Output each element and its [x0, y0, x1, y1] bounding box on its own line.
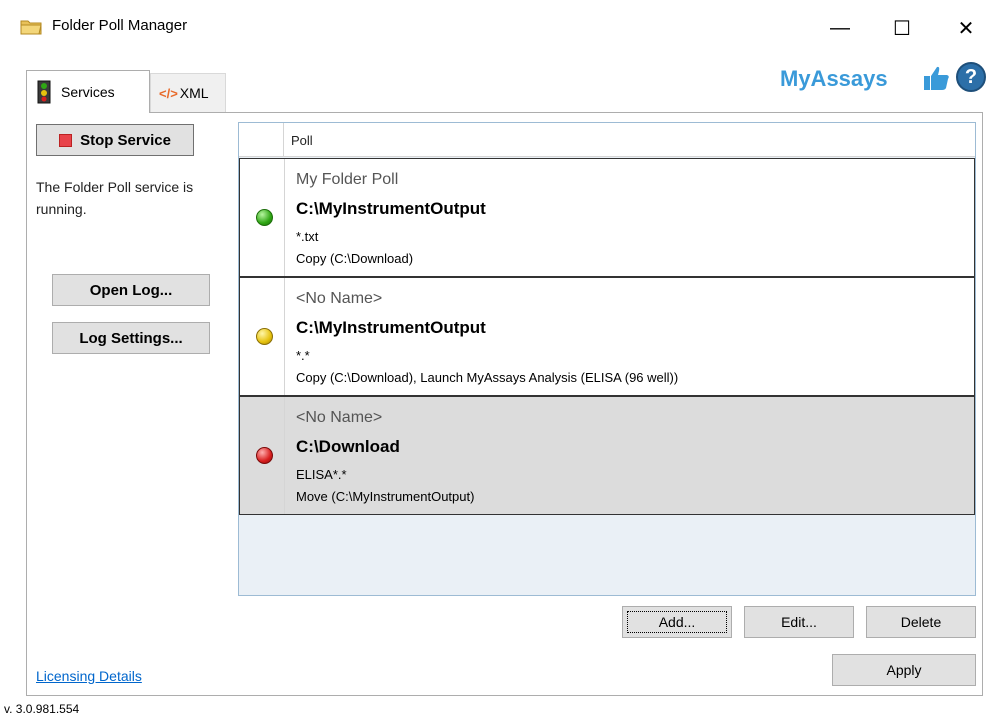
stop-icon	[59, 133, 73, 147]
log-settings-button[interactable]: Log Settings...	[52, 322, 210, 354]
focus-rect	[627, 611, 727, 633]
window-title: Folder Poll Manager	[52, 17, 188, 34]
stop-service-label: Stop Service	[80, 131, 171, 149]
status-yellow-icon	[256, 328, 273, 345]
poll-row-selected[interactable]: <No Name> C:\Download ELISA*.* Move (C:\…	[239, 396, 975, 515]
minimize-icon: —	[830, 16, 850, 39]
row-header-column	[239, 123, 284, 157]
help-icon: ?	[964, 65, 978, 88]
poll-row[interactable]: My Folder Poll C:\MyInstrumentOutput *.t…	[239, 158, 975, 277]
poll-name: <No Name>	[296, 290, 383, 307]
xml-icon: </>	[159, 85, 178, 101]
poll-folder: C:\MyInstrumentOutput	[296, 318, 486, 337]
stop-service-button[interactable]: Stop Service	[36, 124, 194, 156]
tab-xml[interactable]: </> XML	[150, 73, 226, 112]
service-status: The Folder Poll service is running.	[36, 179, 194, 217]
status-red-icon	[256, 447, 273, 464]
close-icon: ✕	[957, 17, 975, 40]
poll-name: <No Name>	[296, 409, 383, 426]
poll-folder: C:\MyInstrumentOutput	[296, 199, 486, 218]
myassays-logo: MyAssays ?	[780, 60, 990, 100]
services-icon	[37, 80, 51, 104]
thumbs-up-icon	[924, 66, 949, 90]
grid-header: Poll	[239, 123, 975, 157]
poll-filter: *.*	[296, 348, 310, 363]
poll-action: Copy (C:\Download), Launch MyAssays Anal…	[296, 370, 679, 385]
poll-action: Copy (C:\Download)	[296, 251, 414, 266]
status-green-icon	[256, 209, 273, 226]
poll-column-header[interactable]: Poll	[291, 133, 313, 148]
poll-filter: ELISA*.*	[296, 467, 347, 482]
logo-text: MyAssays	[780, 66, 888, 91]
add-button[interactable]: Add...	[622, 606, 732, 638]
close-button[interactable]: ✕	[946, 10, 986, 46]
minimize-button[interactable]: —	[820, 10, 860, 46]
help-button[interactable]: ?	[956, 62, 986, 92]
poll-action: Move (C:\MyInstrumentOutput)	[296, 489, 475, 504]
open-log-button[interactable]: Open Log...	[52, 274, 210, 306]
version-label: v. 3.0.981.554	[4, 702, 80, 716]
maximize-icon: ☐	[893, 17, 911, 40]
tab-xml-label: XML	[179, 85, 209, 101]
poll-folder: C:\Download	[296, 437, 400, 456]
edit-button[interactable]: Edit...	[744, 606, 854, 638]
licensing-details-link[interactable]: Licensing Details	[36, 668, 142, 684]
poll-grid[interactable]: Poll My Folder Poll C:\MyInstrumentOutpu…	[238, 122, 976, 596]
poll-row[interactable]: <No Name> C:\MyInstrumentOutput *.* Copy…	[239, 277, 975, 396]
maximize-button[interactable]: ☐	[882, 10, 922, 46]
folder-poll-icon	[20, 20, 42, 35]
delete-button[interactable]: Delete	[866, 606, 976, 638]
poll-name: My Folder Poll	[296, 171, 399, 188]
apply-button[interactable]: Apply	[832, 654, 976, 686]
tab-services-label: Services	[61, 84, 115, 100]
poll-filter: *.txt	[296, 229, 319, 244]
tab-services[interactable]: Services	[26, 70, 150, 113]
title-bar: Folder Poll Manager — ☐ ✕	[0, 0, 993, 56]
